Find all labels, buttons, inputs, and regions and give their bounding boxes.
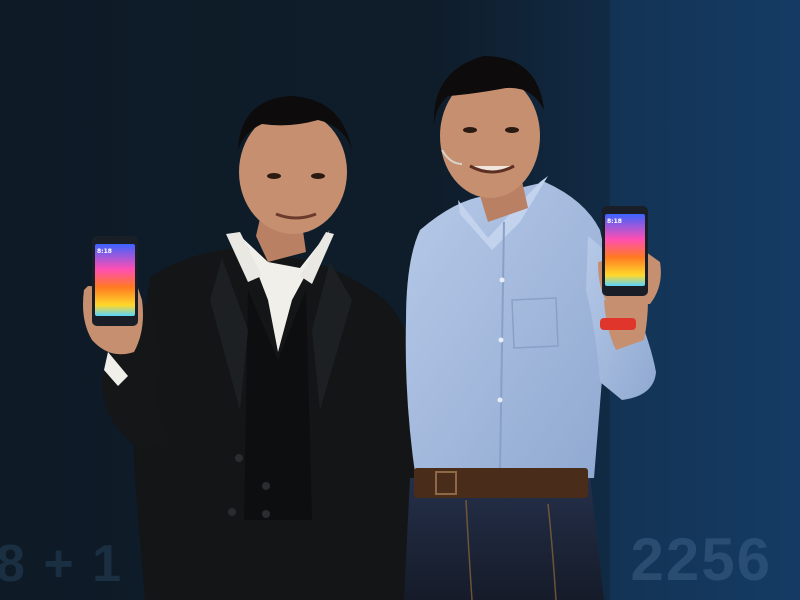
photo-illustration: 8:18 8:18	[0, 0, 800, 600]
red-wristband	[600, 318, 636, 330]
backdrop-digits-left: 8 + 1	[0, 535, 124, 593]
stage-photo: 8:18 8:18 8 + 1 2256	[0, 0, 800, 600]
left-phone-time: 8:18	[97, 248, 112, 255]
left-face	[239, 110, 347, 234]
backdrop-digits-right: 2256	[630, 526, 772, 593]
right-phone-time: 8:18	[607, 218, 622, 225]
